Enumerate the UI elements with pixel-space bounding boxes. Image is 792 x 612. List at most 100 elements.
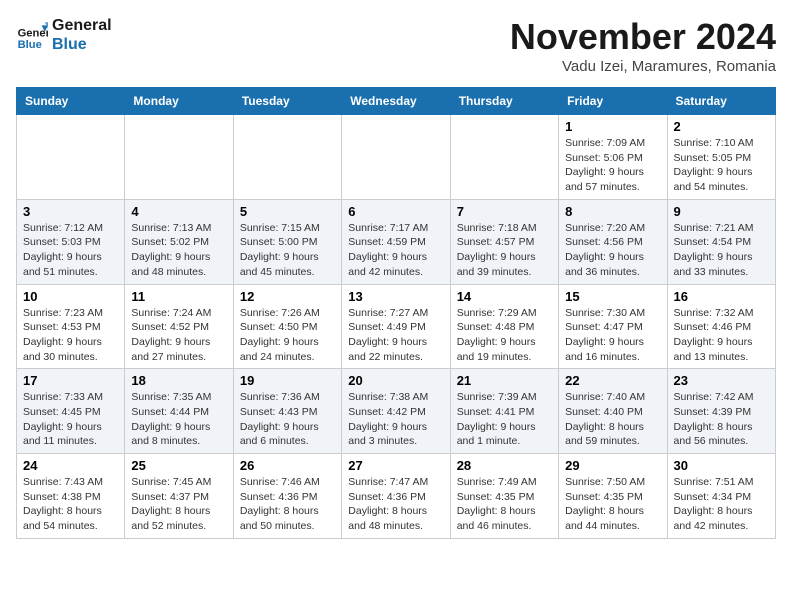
day-number: 12 bbox=[240, 289, 335, 304]
day-info: Sunrise: 7:33 AMSunset: 4:45 PMDaylight:… bbox=[23, 390, 118, 449]
day-number: 15 bbox=[565, 289, 660, 304]
day-info: Sunrise: 7:51 AMSunset: 4:34 PMDaylight:… bbox=[674, 475, 769, 534]
calendar-cell: 14 Sunrise: 7:29 AMSunset: 4:48 PMDayligh… bbox=[450, 284, 558, 369]
calendar-cell: 6 Sunrise: 7:17 AMSunset: 4:59 PMDaylight… bbox=[342, 199, 450, 284]
calendar-cell: 4Sunrise: 7:13 AMSunset: 5:02 PMDaylight… bbox=[125, 199, 233, 284]
calendar-header-thursday: Thursday bbox=[450, 88, 558, 115]
calendar-cell: 10 Sunrise: 7:23 AMSunset: 4:53 PMDayligh… bbox=[17, 284, 125, 369]
day-number: 29 bbox=[565, 458, 660, 473]
day-info: Sunrise: 7:20 AMSunset: 4:56 PMDaylight:… bbox=[565, 221, 660, 280]
calendar-week-4: 17 Sunrise: 7:33 AMSunset: 4:45 PMDayligh… bbox=[17, 369, 776, 454]
day-number: 20 bbox=[348, 373, 443, 388]
day-number: 5 bbox=[240, 204, 335, 219]
calendar-cell: 24 Sunrise: 7:43 AMSunset: 4:38 PMDayligh… bbox=[17, 454, 125, 539]
calendar-header-sunday: Sunday bbox=[17, 88, 125, 115]
calendar-cell: 29Sunrise: 7:50 AMSunset: 4:35 PMDayligh… bbox=[559, 454, 667, 539]
calendar-week-5: 24 Sunrise: 7:43 AMSunset: 4:38 PMDayligh… bbox=[17, 454, 776, 539]
day-number: 14 bbox=[457, 289, 552, 304]
day-number: 28 bbox=[457, 458, 552, 473]
day-number: 18 bbox=[131, 373, 226, 388]
day-number: 1 bbox=[565, 119, 660, 134]
calendar-cell: 25 Sunrise: 7:45 AMSunset: 4:37 PMDayligh… bbox=[125, 454, 233, 539]
day-info: Sunrise: 7:42 AMSunset: 4:39 PMDaylight:… bbox=[674, 390, 769, 449]
day-number: 25 bbox=[131, 458, 226, 473]
day-info: Sunrise: 7:40 AMSunset: 4:40 PMDaylight:… bbox=[565, 390, 660, 449]
day-info: Sunrise: 7:29 AMSunset: 4:48 PMDaylight:… bbox=[457, 306, 552, 365]
calendar-cell: 18 Sunrise: 7:35 AMSunset: 4:44 PMDayligh… bbox=[125, 369, 233, 454]
day-info: Sunrise: 7:45 AMSunset: 4:37 PMDaylight:… bbox=[131, 475, 226, 534]
calendar-cell: 3Sunrise: 7:12 AMSunset: 5:03 PMDaylight… bbox=[17, 199, 125, 284]
calendar-header-wednesday: Wednesday bbox=[342, 88, 450, 115]
day-number: 11 bbox=[131, 289, 226, 304]
calendar-cell bbox=[125, 115, 233, 200]
calendar-cell: 12 Sunrise: 7:26 AMSunset: 4:50 PMDayligh… bbox=[233, 284, 341, 369]
calendar-cell: 22Sunrise: 7:40 AMSunset: 4:40 PMDayligh… bbox=[559, 369, 667, 454]
calendar-cell: 26 Sunrise: 7:46 AMSunset: 4:36 PMDayligh… bbox=[233, 454, 341, 539]
day-info: Sunrise: 7:27 AMSunset: 4:49 PMDaylight:… bbox=[348, 306, 443, 365]
calendar-header-row: SundayMondayTuesdayWednesdayThursdayFrid… bbox=[17, 88, 776, 115]
calendar-cell: 30 Sunrise: 7:51 AMSunset: 4:34 PMDayligh… bbox=[667, 454, 775, 539]
day-info: Sunrise: 7:38 AMSunset: 4:42 PMDaylight:… bbox=[348, 390, 443, 449]
calendar-cell: 28 Sunrise: 7:49 AMSunset: 4:35 PMDayligh… bbox=[450, 454, 558, 539]
day-info: Sunrise: 7:46 AMSunset: 4:36 PMDaylight:… bbox=[240, 475, 335, 534]
calendar-cell: 2 Sunrise: 7:10 AMSunset: 5:05 PMDaylight… bbox=[667, 115, 775, 200]
location: Vadu Izei, Maramures, Romania bbox=[510, 58, 776, 75]
calendar-week-3: 10 Sunrise: 7:23 AMSunset: 4:53 PMDayligh… bbox=[17, 284, 776, 369]
day-info: Sunrise: 7:36 AMSunset: 4:43 PMDaylight:… bbox=[240, 390, 335, 449]
day-info: Sunrise: 7:30 AMSunset: 4:47 PMDaylight:… bbox=[565, 306, 660, 365]
day-number: 17 bbox=[23, 373, 118, 388]
day-info: Sunrise: 7:17 AMSunset: 4:59 PMDaylight:… bbox=[348, 221, 443, 280]
calendar-cell bbox=[233, 115, 341, 200]
logo: General Blue General Blue bbox=[16, 16, 112, 54]
calendar-cell bbox=[450, 115, 558, 200]
day-number: 26 bbox=[240, 458, 335, 473]
day-number: 21 bbox=[457, 373, 552, 388]
calendar-header-monday: Monday bbox=[125, 88, 233, 115]
page-header: General Blue General Blue November 2024 … bbox=[16, 16, 776, 75]
calendar-week-1: 1 Sunrise: 7:09 AMSunset: 5:06 PMDaylight… bbox=[17, 115, 776, 200]
day-info: Sunrise: 7:39 AMSunset: 4:41 PMDaylight:… bbox=[457, 390, 552, 449]
calendar-header-saturday: Saturday bbox=[667, 88, 775, 115]
calendar-cell: 16 Sunrise: 7:32 AMSunset: 4:46 PMDayligh… bbox=[667, 284, 775, 369]
day-number: 6 bbox=[348, 204, 443, 219]
day-info: Sunrise: 7:21 AMSunset: 4:54 PMDaylight:… bbox=[674, 221, 769, 280]
day-info: Sunrise: 7:32 AMSunset: 4:46 PMDaylight:… bbox=[674, 306, 769, 365]
day-info: Sunrise: 7:23 AMSunset: 4:53 PMDaylight:… bbox=[23, 306, 118, 365]
calendar-cell: 7Sunrise: 7:18 AMSunset: 4:57 PMDaylight… bbox=[450, 199, 558, 284]
calendar-cell: 23 Sunrise: 7:42 AMSunset: 4:39 PMDayligh… bbox=[667, 369, 775, 454]
calendar-cell: 15 Sunrise: 7:30 AMSunset: 4:47 PMDayligh… bbox=[559, 284, 667, 369]
calendar-cell: 17 Sunrise: 7:33 AMSunset: 4:45 PMDayligh… bbox=[17, 369, 125, 454]
day-info: Sunrise: 7:13 AMSunset: 5:02 PMDaylight:… bbox=[131, 221, 226, 280]
calendar-cell: 9 Sunrise: 7:21 AMSunset: 4:54 PMDaylight… bbox=[667, 199, 775, 284]
day-number: 27 bbox=[348, 458, 443, 473]
day-info: Sunrise: 7:26 AMSunset: 4:50 PMDaylight:… bbox=[240, 306, 335, 365]
day-number: 23 bbox=[674, 373, 769, 388]
day-info: Sunrise: 7:43 AMSunset: 4:38 PMDaylight:… bbox=[23, 475, 118, 534]
day-info: Sunrise: 7:15 AMSunset: 5:00 PMDaylight:… bbox=[240, 221, 335, 280]
calendar-cell: 21 Sunrise: 7:39 AMSunset: 4:41 PMDayligh… bbox=[450, 369, 558, 454]
calendar-week-2: 3Sunrise: 7:12 AMSunset: 5:03 PMDaylight… bbox=[17, 199, 776, 284]
calendar-cell: 20 Sunrise: 7:38 AMSunset: 4:42 PMDayligh… bbox=[342, 369, 450, 454]
day-info: Sunrise: 7:10 AMSunset: 5:05 PMDaylight:… bbox=[674, 136, 769, 195]
calendar-cell: 13Sunrise: 7:27 AMSunset: 4:49 PMDayligh… bbox=[342, 284, 450, 369]
calendar-cell: 27 Sunrise: 7:47 AMSunset: 4:36 PMDayligh… bbox=[342, 454, 450, 539]
logo-line1: General bbox=[52, 16, 112, 35]
day-info: Sunrise: 7:35 AMSunset: 4:44 PMDaylight:… bbox=[131, 390, 226, 449]
day-info: Sunrise: 7:49 AMSunset: 4:35 PMDaylight:… bbox=[457, 475, 552, 534]
logo-line2: Blue bbox=[52, 35, 112, 54]
day-info: Sunrise: 7:09 AMSunset: 5:06 PMDaylight:… bbox=[565, 136, 660, 195]
day-number: 2 bbox=[674, 119, 769, 134]
day-number: 10 bbox=[23, 289, 118, 304]
day-number: 19 bbox=[240, 373, 335, 388]
day-number: 16 bbox=[674, 289, 769, 304]
day-number: 7 bbox=[457, 204, 552, 219]
day-number: 9 bbox=[674, 204, 769, 219]
calendar-cell: 11 Sunrise: 7:24 AMSunset: 4:52 PMDayligh… bbox=[125, 284, 233, 369]
calendar-cell: 8Sunrise: 7:20 AMSunset: 4:56 PMDaylight… bbox=[559, 199, 667, 284]
day-info: Sunrise: 7:47 AMSunset: 4:36 PMDaylight:… bbox=[348, 475, 443, 534]
calendar-cell: 5 Sunrise: 7:15 AMSunset: 5:00 PMDaylight… bbox=[233, 199, 341, 284]
calendar-cell bbox=[342, 115, 450, 200]
day-number: 24 bbox=[23, 458, 118, 473]
day-number: 30 bbox=[674, 458, 769, 473]
day-info: Sunrise: 7:24 AMSunset: 4:52 PMDaylight:… bbox=[131, 306, 226, 365]
